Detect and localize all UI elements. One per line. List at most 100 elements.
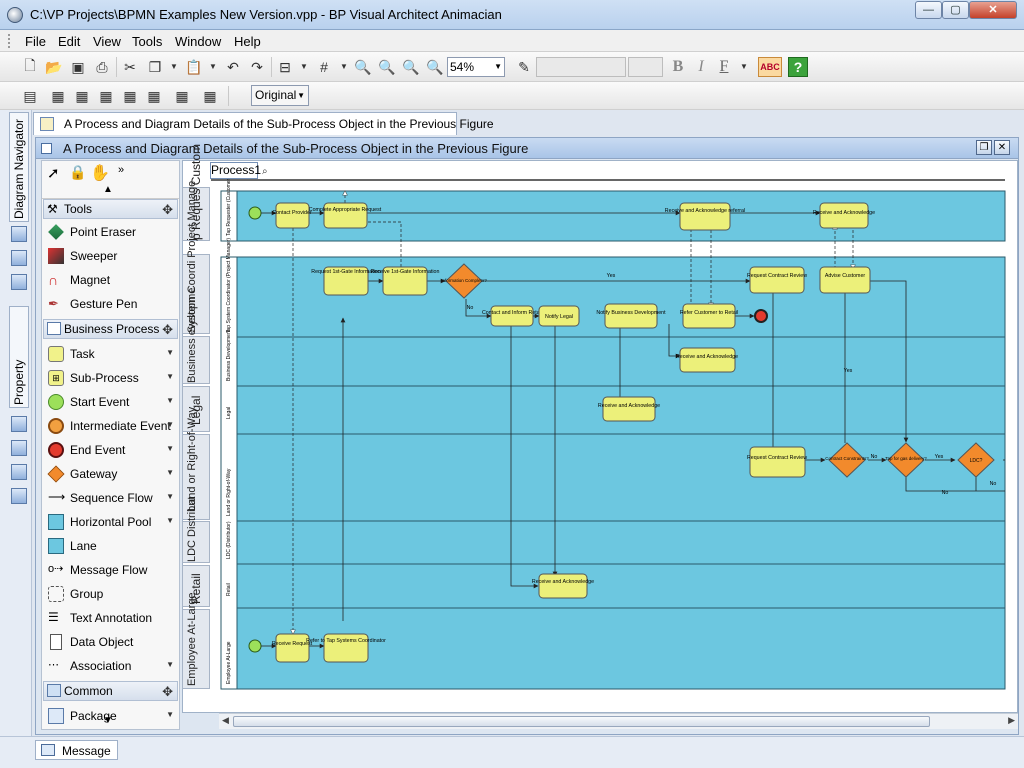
tab-process1[interactable]: Process1 [210, 162, 261, 179]
tab-property[interactable]: Property [9, 306, 29, 408]
save-icon[interactable]: ▣ [68, 57, 88, 77]
palette-task[interactable]: Task ▼ [46, 343, 178, 365]
diagram-overview-icon[interactable] [11, 440, 27, 456]
redo-icon[interactable]: ↷ [247, 57, 267, 77]
palette-data-object[interactable]: Data Object [46, 631, 178, 653]
zoom-actual-icon[interactable]: 🔍 [401, 57, 421, 77]
palette-horizontal-pool[interactable]: Horizontal Pool ▼ [46, 511, 178, 533]
zoom-select[interactable]: 54% ▼ [447, 57, 505, 77]
stencil-icon[interactable] [11, 488, 27, 504]
scroll-left-icon[interactable]: ◀ [222, 715, 229, 726]
navigator-icon[interactable] [11, 226, 27, 242]
menu-window[interactable]: Window [175, 34, 221, 49]
view-mode-select[interactable]: Original ▼ [251, 85, 309, 106]
search-icon[interactable]: ⌕ [262, 166, 268, 177]
zoom-out-icon[interactable]: 🔍 [377, 57, 397, 77]
chevron-more-icon[interactable]: » [118, 164, 124, 176]
palette-start-event[interactable]: Start Event ▼ [46, 391, 178, 413]
palette-lane[interactable]: Lane [46, 535, 178, 557]
new-bpd-icon[interactable]: ▦ [72, 86, 92, 106]
tab-message[interactable]: Message [35, 740, 118, 760]
palette-section-common[interactable]: Common ✥ [43, 681, 178, 701]
menu-help[interactable]: Help [234, 34, 261, 49]
model-tree-icon[interactable] [11, 250, 27, 266]
horizontal-scrollbar[interactable]: ◀ ▶ [219, 713, 1018, 729]
palette-sub-process[interactable]: ⊞ Sub-Process ▼ [46, 367, 178, 389]
copy-icon[interactable]: ❐ [145, 57, 165, 77]
maximize-button[interactable]: ▢ [942, 1, 969, 19]
scroll-up-icon[interactable]: ▲ [103, 184, 113, 195]
close-button[interactable]: ✕ [969, 1, 1017, 19]
menu-edit[interactable]: Edit [58, 34, 80, 49]
palette-message-flow[interactable]: o⇢ Message Flow [46, 559, 178, 581]
paste-dropdown-icon[interactable]: ▼ [209, 57, 217, 77]
start-event[interactable] [248, 639, 262, 653]
font-color-button[interactable]: F [714, 57, 734, 77]
pin-icon[interactable]: ✥ [162, 322, 173, 338]
selector-arrow-icon[interactable]: ➚ [47, 164, 60, 182]
copy-dropdown-icon[interactable]: ▼ [170, 57, 178, 77]
scroll-down-icon[interactable]: ▼ [103, 715, 113, 726]
menu-tools[interactable]: Tools [132, 34, 162, 49]
align-icon[interactable]: ⊟ [275, 57, 295, 77]
undo-icon[interactable]: ↶ [223, 57, 243, 77]
bpmn-diagram[interactable]: Tap Requester (Customer) Tap System Coor… [183, 161, 1018, 713]
paste-icon[interactable]: 📋 [184, 57, 204, 77]
grid-icon[interactable]: # [314, 57, 334, 77]
pin-icon[interactable]: ✥ [162, 202, 173, 218]
open-project-icon[interactable]: 📂 [44, 57, 64, 77]
bold-button[interactable]: B [668, 57, 688, 77]
grid-dropdown-icon[interactable]: ▼ [340, 57, 348, 77]
palette-point-eraser[interactable]: Point Eraser [46, 221, 178, 243]
spell-check-button[interactable]: ABC [758, 57, 782, 77]
palette-sequence-flow[interactable]: ⟶ Sequence Flow ▼ [46, 487, 178, 509]
font-name-select[interactable] [536, 57, 626, 77]
font-color-dropdown-icon[interactable]: ▼ [740, 57, 748, 77]
palette-sweeper[interactable]: Sweeper [46, 245, 178, 267]
palette-gesture-pen[interactable]: ✒ Gesture Pen [46, 293, 178, 315]
cut-icon[interactable]: ✂ [120, 57, 140, 77]
new-org-chart-icon[interactable]: ▦ [144, 86, 164, 106]
new-textual-icon[interactable]: ▦ [172, 86, 192, 106]
close-frame-button[interactable]: ✕ [994, 140, 1010, 155]
restore-frame-button[interactable]: ❐ [976, 140, 992, 155]
palette-magnet[interactable]: ∩ Magnet [46, 269, 178, 291]
pool-label-ldc[interactable]: LDC Distribut [182, 497, 210, 563]
zoom-fit-icon[interactable]: 🔍 [425, 57, 445, 77]
hand-icon[interactable]: ✋ [90, 163, 110, 183]
class-repository-icon[interactable] [11, 274, 27, 290]
pool-label-employee[interactable]: Employee At-Large [182, 592, 210, 689]
diagram-icon[interactable]: ▤ [20, 86, 40, 106]
new-erd-icon[interactable]: ▦ [120, 86, 140, 106]
new-overview-icon[interactable]: ▦ [200, 86, 220, 106]
palette-section-tools[interactable]: ⚒ Tools ✥ [43, 199, 178, 219]
start-event[interactable] [248, 206, 262, 220]
tab-diagram-navigator[interactable]: Diagram Navigator [9, 112, 29, 222]
menu-file[interactable]: File [25, 34, 46, 49]
print-icon[interactable]: ⎙ [92, 57, 112, 77]
new-dfd-icon[interactable]: ▦ [96, 86, 116, 106]
palette-section-business-process[interactable]: Business Process ✥ [43, 319, 178, 339]
new-diagram-icon[interactable]: ▦ [48, 86, 68, 106]
layer-icon[interactable] [11, 464, 27, 480]
new-project-icon[interactable]: 🗋 [20, 57, 40, 77]
italic-button[interactable]: I [691, 57, 711, 77]
end-event[interactable] [754, 309, 768, 323]
scroll-right-icon[interactable]: ▶ [1008, 715, 1015, 726]
format-copier-icon[interactable]: ✎ [514, 57, 534, 77]
lock-icon[interactable]: 🔒 [69, 164, 86, 181]
scrollbar-thumb[interactable] [233, 716, 930, 727]
menu-view[interactable]: View [93, 34, 121, 49]
palette-intermediate-event[interactable]: Intermediate Event ▼ [46, 415, 178, 437]
palette-end-event[interactable]: End Event ▼ [46, 439, 178, 461]
minimize-button[interactable]: — [915, 1, 942, 19]
align-dropdown-icon[interactable]: ▼ [300, 57, 308, 77]
font-size-select[interactable] [628, 57, 663, 77]
palette-gateway[interactable]: Gateway ▼ [46, 463, 178, 485]
diagram-canvas[interactable]: Tap Requester (Customer) Tap System Coor… [182, 160, 1018, 713]
pool-label-bd[interactable]: Business evelopme [182, 288, 210, 384]
palette-group[interactable]: Group [46, 583, 178, 605]
document-tab[interactable]: A Process and Diagram Details of the Sub… [33, 112, 494, 135]
zoom-in-icon[interactable]: 🔍 [353, 57, 373, 77]
palette-association[interactable]: ⋯ Association ▼ [46, 655, 178, 677]
